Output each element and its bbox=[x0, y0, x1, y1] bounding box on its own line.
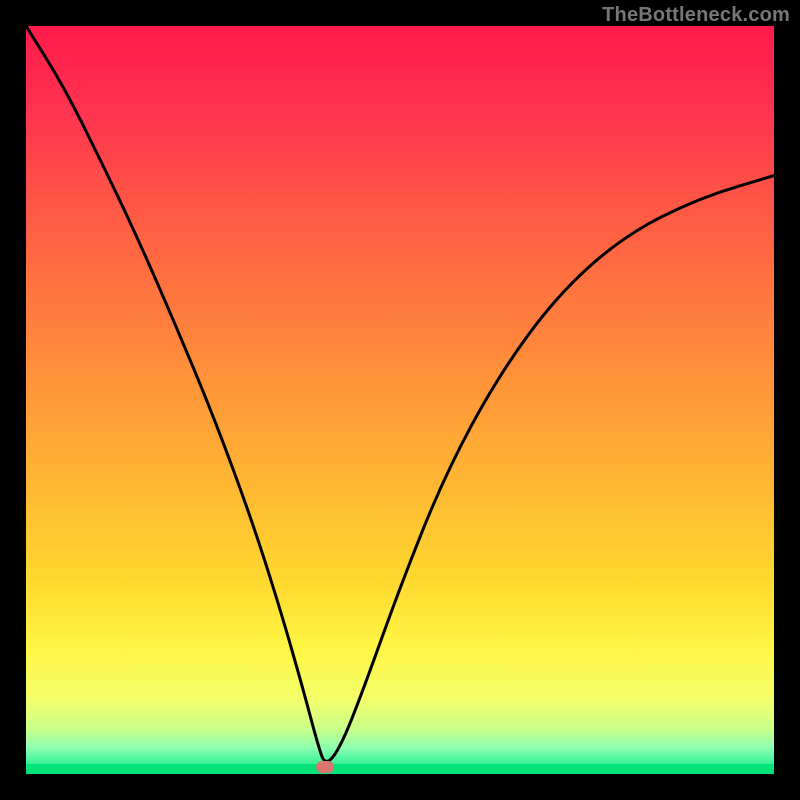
minimum-marker bbox=[316, 761, 334, 773]
bottleneck-curve bbox=[26, 26, 774, 774]
chart-frame: TheBottleneck.com bbox=[0, 0, 800, 800]
plot-area bbox=[26, 26, 774, 774]
watermark-text: TheBottleneck.com bbox=[602, 4, 790, 27]
